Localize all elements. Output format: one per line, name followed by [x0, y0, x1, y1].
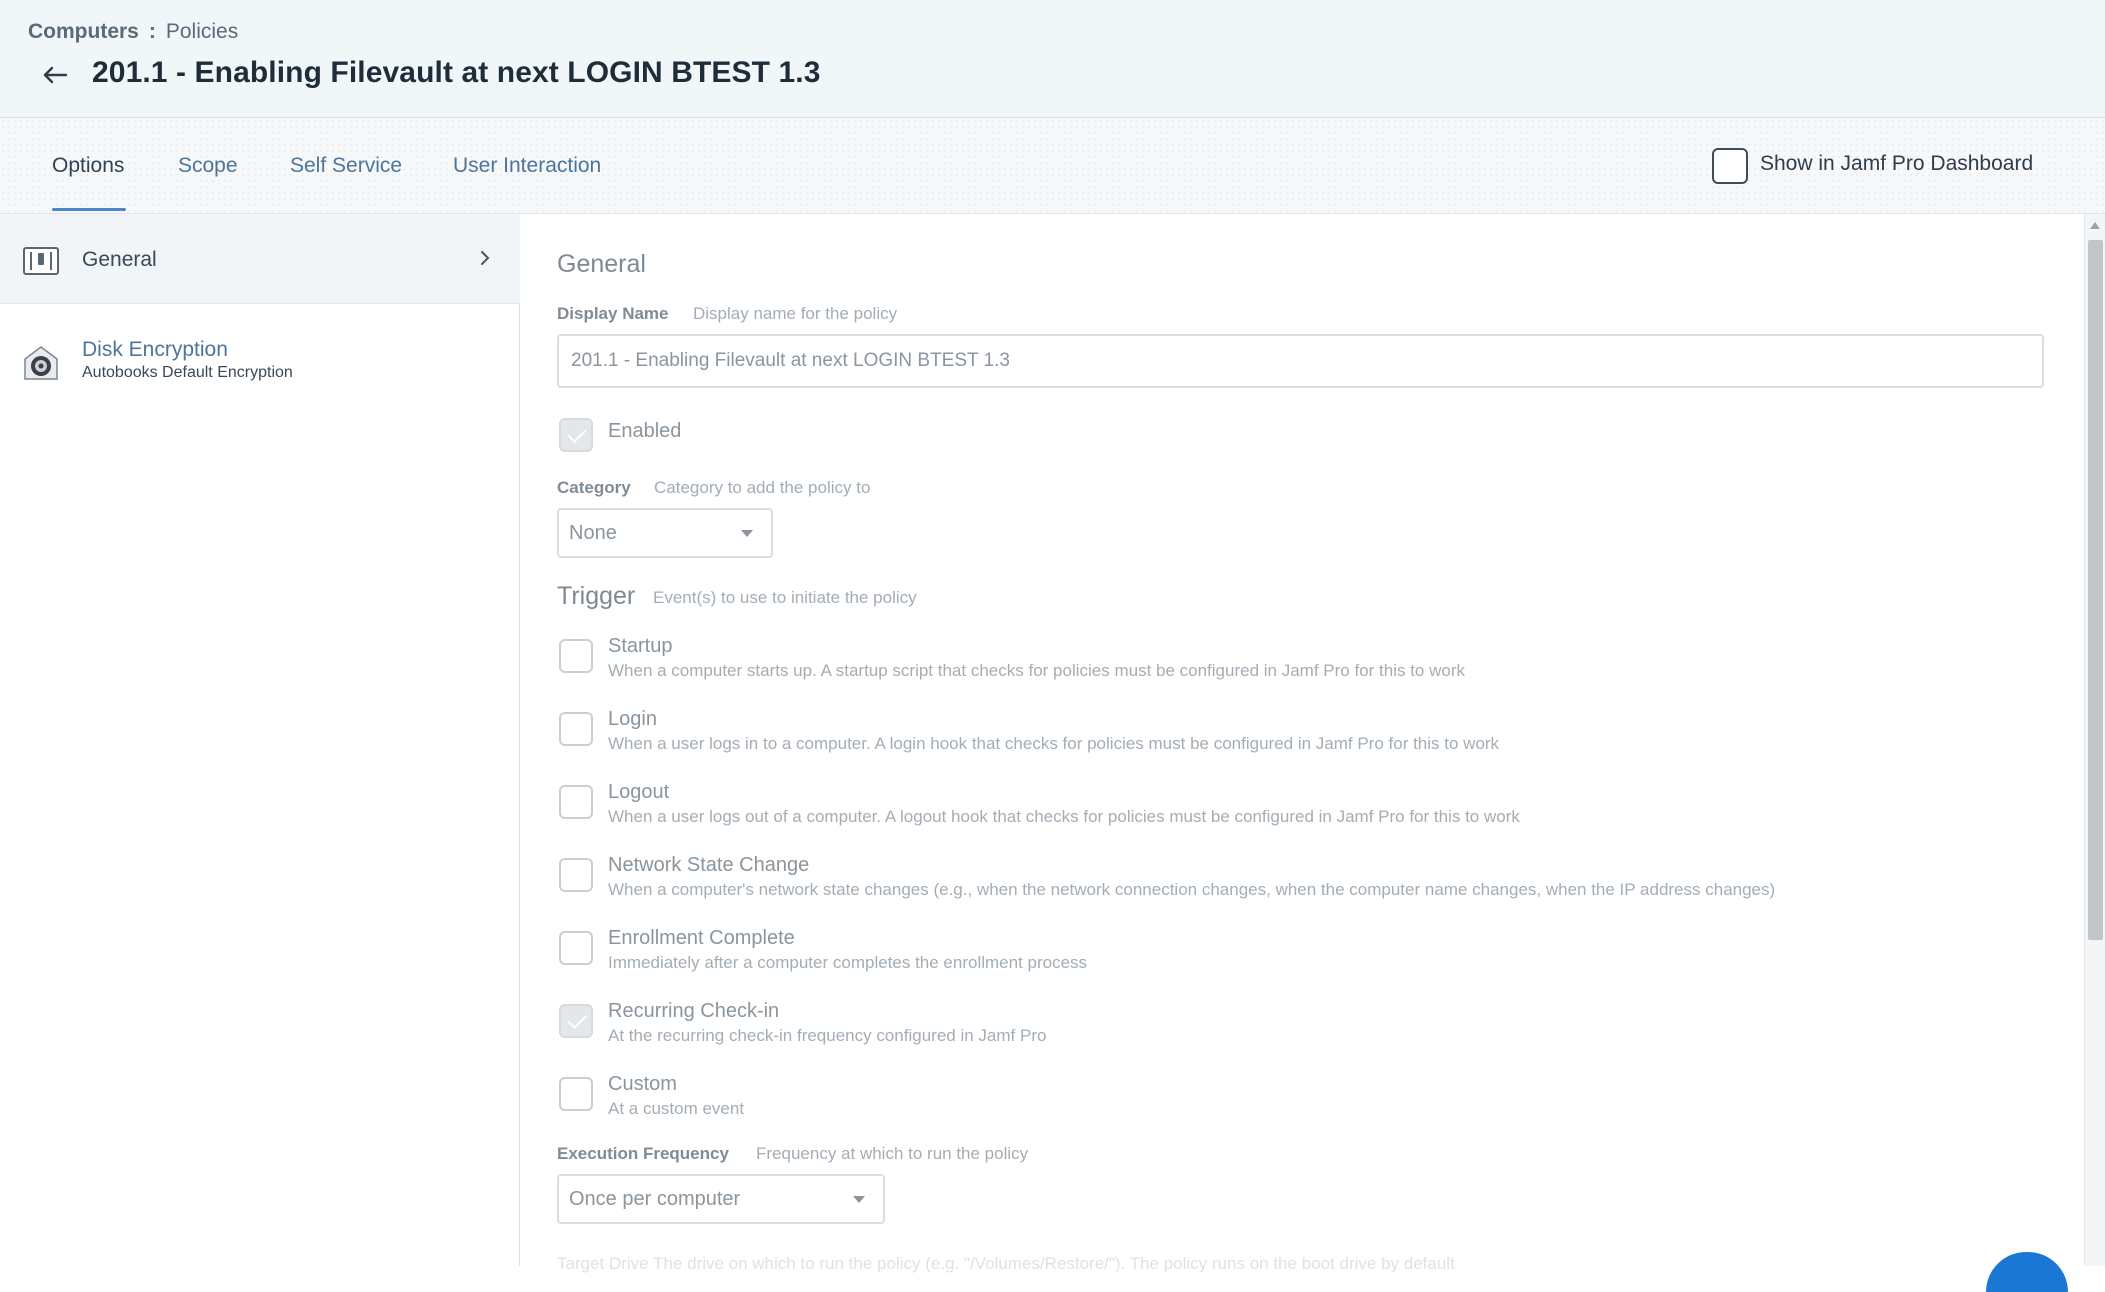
- sidebar-item-label: General: [82, 248, 157, 271]
- trigger-custom-checkbox[interactable]: [559, 1077, 593, 1111]
- sidebar-item-sublabel: Autobooks Default Encryption: [82, 364, 293, 381]
- scroll-up-arrow-icon[interactable]: [2090, 222, 2100, 229]
- trigger-recurring-check-in-label: Recurring Check-in: [608, 1000, 780, 1022]
- breadcrumb: Computers: Policies: [28, 20, 238, 44]
- page-title: 201.1 - Enabling Filevault at next LOGIN…: [92, 56, 821, 89]
- target-drive-faded-text: Target Drive The drive on which to run t…: [557, 1254, 1455, 1273]
- trigger-hint: Event(s) to use to initiate the policy: [653, 588, 917, 607]
- trigger-network-state-change-desc: When a computer's network state changes …: [608, 880, 1776, 899]
- scrollbar-thumb[interactable]: [2088, 240, 2103, 940]
- category-hint: Category to add the policy to: [654, 478, 871, 497]
- display-name-hint: Display name for the policy: [693, 304, 898, 323]
- breadcrumb-computers[interactable]: Computers: [28, 20, 139, 43]
- trigger-title: Trigger: [557, 582, 636, 610]
- execution-frequency-select[interactable]: Once per computer: [557, 1174, 885, 1224]
- general-settings-icon: [23, 247, 59, 275]
- active-tab-indicator: [52, 208, 126, 211]
- trigger-enrollment-complete-desc: Immediately after a computer completes t…: [608, 953, 1088, 972]
- back-arrow-icon[interactable]: [40, 60, 70, 90]
- trigger-login-checkbox[interactable]: [559, 712, 593, 746]
- tab-scope[interactable]: Scope: [178, 154, 238, 178]
- trigger-login-label: Login: [608, 708, 657, 730]
- page-header: Computers: Policies 201.1 - Enabling File…: [0, 0, 2105, 118]
- show-in-dashboard-label: Show in Jamf Pro Dashboard: [1760, 152, 2034, 175]
- show-in-dashboard-checkbox[interactable]: [1712, 148, 1748, 184]
- general-panel: General Display Name Display name for th…: [521, 214, 2084, 1273]
- trigger-custom-label: Custom: [608, 1073, 677, 1095]
- main-scrollbar[interactable]: [2084, 214, 2105, 1266]
- trigger-network-state-change-label: Network State Change: [608, 854, 810, 876]
- trigger-logout-desc: When a user logs out of a computer. A lo…: [608, 807, 1520, 826]
- breadcrumb-policies[interactable]: Policies: [166, 20, 238, 43]
- enabled-label: Enabled: [608, 420, 682, 442]
- trigger-startup-label: Startup: [608, 635, 673, 657]
- category-label: Category: [557, 478, 631, 497]
- trigger-startup-checkbox[interactable]: [559, 639, 593, 673]
- trigger-logout-label: Logout: [608, 781, 670, 803]
- execution-frequency-hint: Frequency at which to run the policy: [756, 1144, 1029, 1163]
- trigger-login-desc: When a user logs in to a computer. A log…: [608, 734, 1500, 753]
- execution-frequency-label: Execution Frequency: [557, 1144, 729, 1163]
- display-name-input[interactable]: 201.1 - Enabling Filevault at next LOGIN…: [557, 334, 2044, 388]
- category-value: None: [569, 522, 617, 544]
- breadcrumb-separator: :: [148, 20, 156, 43]
- tab-self-service[interactable]: Self Service: [290, 154, 402, 178]
- tab-user-interaction[interactable]: User Interaction: [453, 154, 601, 178]
- execution-frequency-value: Once per computer: [569, 1188, 741, 1210]
- chevron-right-icon: [481, 251, 490, 265]
- category-select[interactable]: None: [557, 508, 773, 558]
- tab-options[interactable]: Options: [52, 154, 124, 178]
- chevron-down-icon: [741, 530, 753, 537]
- sidebar-item-label: Disk Encryption: [82, 338, 228, 361]
- chevron-down-icon: [853, 1196, 865, 1203]
- trigger-network-state-change-checkbox[interactable]: [559, 858, 593, 892]
- sidebar-item-disk-encryption[interactable]: Disk Encryption Autobooks Default Encryp…: [0, 314, 520, 394]
- trigger-custom-desc: At a custom event: [608, 1099, 745, 1118]
- trigger-recurring-check-in-desc: At the recurring check-in frequency conf…: [608, 1026, 1047, 1045]
- filevault-icon: [24, 346, 58, 380]
- display-name-label: Display Name: [557, 304, 669, 323]
- trigger-recurring-check-in-checkbox[interactable]: [559, 1004, 593, 1038]
- sidebar: General Disk Encryption Autobooks Defaul…: [0, 214, 520, 1266]
- trigger-enrollment-complete-label: Enrollment Complete: [608, 927, 795, 949]
- section-title: General: [557, 250, 646, 278]
- sidebar-item-general[interactable]: General: [0, 214, 520, 304]
- trigger-startup-desc: When a computer starts up. A startup scr…: [608, 661, 1465, 680]
- trigger-enrollment-complete-checkbox[interactable]: [559, 931, 593, 965]
- enabled-checkbox[interactable]: [559, 418, 593, 452]
- trigger-logout-checkbox[interactable]: [559, 785, 593, 819]
